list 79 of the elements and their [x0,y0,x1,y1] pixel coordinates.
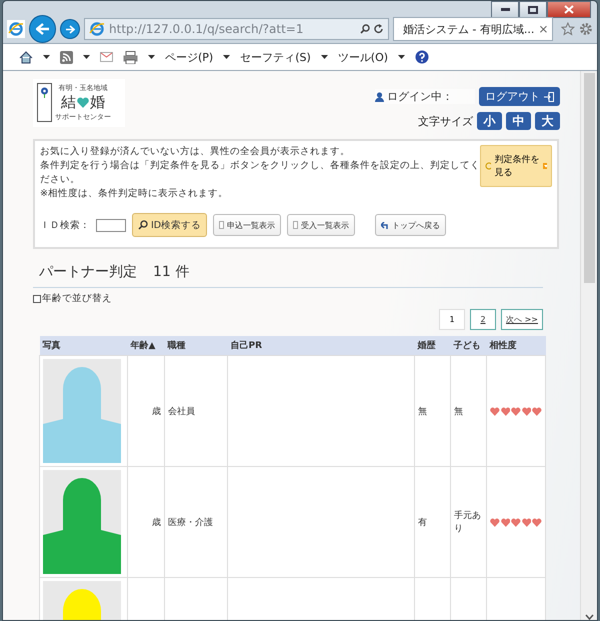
notice-text: 条件判定を行う場合は「判定条件を見る」ボタンをクリックし、各種条件を設定の上、判定してください。 [40,159,480,187]
minimize-button[interactable] [491,1,519,18]
font-size-label: 文字サイズ [418,114,473,128]
heart-icon [77,97,89,108]
maximize-button[interactable] [519,1,547,18]
site-icon[interactable] [89,21,106,37]
column-header: 婚歴 [414,336,450,356]
feed-icon[interactable] [60,50,73,64]
caret-icon[interactable] [320,55,328,59]
column-header: 自己PR [228,336,414,356]
menu-item[interactable]: ツール(O) [338,50,388,64]
logo-text: 結 [61,93,76,112]
back-button[interactable] [28,15,56,43]
column-header: 相性度 [486,336,546,356]
scroll-down-icon[interactable] [584,614,594,620]
notice-text: お気に入り登録が済んでいない方は、異性の全会員が表示されます。 [40,145,351,159]
caret-icon[interactable] [83,55,90,59]
next-page-link[interactable]: 次へ >> [501,309,543,330]
sort-label: 年齢で並び替え [42,292,112,305]
maximize-icon [528,6,538,14]
id-input-field[interactable] [96,218,126,232]
home-icon[interactable] [19,50,33,64]
exit-icon [544,92,554,102]
user-icon [375,92,384,102]
result-count: 11 件 [153,263,190,281]
sort-checkbox[interactable] [33,294,41,302]
menu-item[interactable]: セーフティ(S) [240,50,311,64]
children-text: 無 [454,406,463,416]
criteria-button[interactable]: 判定条件を見る [480,145,552,187]
help-icon[interactable] [415,50,430,64]
children-text: 手元あり [454,511,481,534]
arrow-right-icon [65,24,76,34]
age-text: 歳 [152,406,161,416]
marriage-history-text: 有 [418,518,427,528]
settings-icon[interactable] [579,22,593,36]
list-button[interactable]: 受入一覧表示 [287,214,356,236]
column-header: 写真 [40,336,128,356]
logo-text: 婚 [90,93,105,112]
column-header: 子ども [450,336,486,356]
id-search-label: ＩＤ検索： [40,218,90,232]
caret-icon[interactable] [398,55,406,59]
close-button[interactable] [547,1,591,18]
document-icon [219,221,224,229]
column-header: 職種 [164,336,228,356]
age-text: 歳 [152,518,161,528]
return-arrow-icon [381,222,390,228]
results-title: パートナー判定 [39,263,137,281]
arrow-left-icon [36,23,50,35]
occupation-text: 医療・介護 [168,518,213,528]
caret-icon[interactable] [43,55,50,59]
page-icon[interactable] [8,21,24,37]
scrollbar-thumb[interactable] [584,73,594,283]
browser-tab[interactable]: 婚活システム - 有明広域... × [393,17,554,41]
font-size-button[interactable]: 中 [506,112,531,130]
font-size-button[interactable]: 小 [477,112,502,130]
logout-button[interactable]: ログアウト [479,87,560,106]
caret-icon[interactable] [148,55,155,59]
page-link[interactable]: 1 [439,309,465,330]
id-search-button[interactable]: ID検索する [132,213,208,237]
refresh-icon[interactable] [374,24,384,34]
document-icon [293,221,298,229]
font-size-button[interactable]: 大 [535,112,560,130]
caret-icon [542,163,548,169]
notice-text: ※相性度は、条件判定時に表示されます。 [40,187,229,201]
print-icon[interactable] [123,50,138,64]
forward-button[interactable] [60,19,80,39]
mail-icon[interactable] [100,52,113,62]
star-icon[interactable] [561,22,576,36]
marriage-history-text: 無 [418,406,427,416]
caret-icon[interactable] [223,55,230,59]
close-icon [564,5,574,14]
list-button[interactable]: 申込一覧表示 [213,214,282,236]
menu-item[interactable]: ページ(P) [165,50,214,64]
login-status: ログイン中： [387,89,453,104]
back-to-top-button[interactable]: トップへ戻る [375,214,446,236]
page-link[interactable]: 2 [470,309,496,330]
occupation-text: 会社員 [168,406,195,416]
column-header: 年齢▲ [128,336,164,356]
minimize-icon [500,8,510,11]
